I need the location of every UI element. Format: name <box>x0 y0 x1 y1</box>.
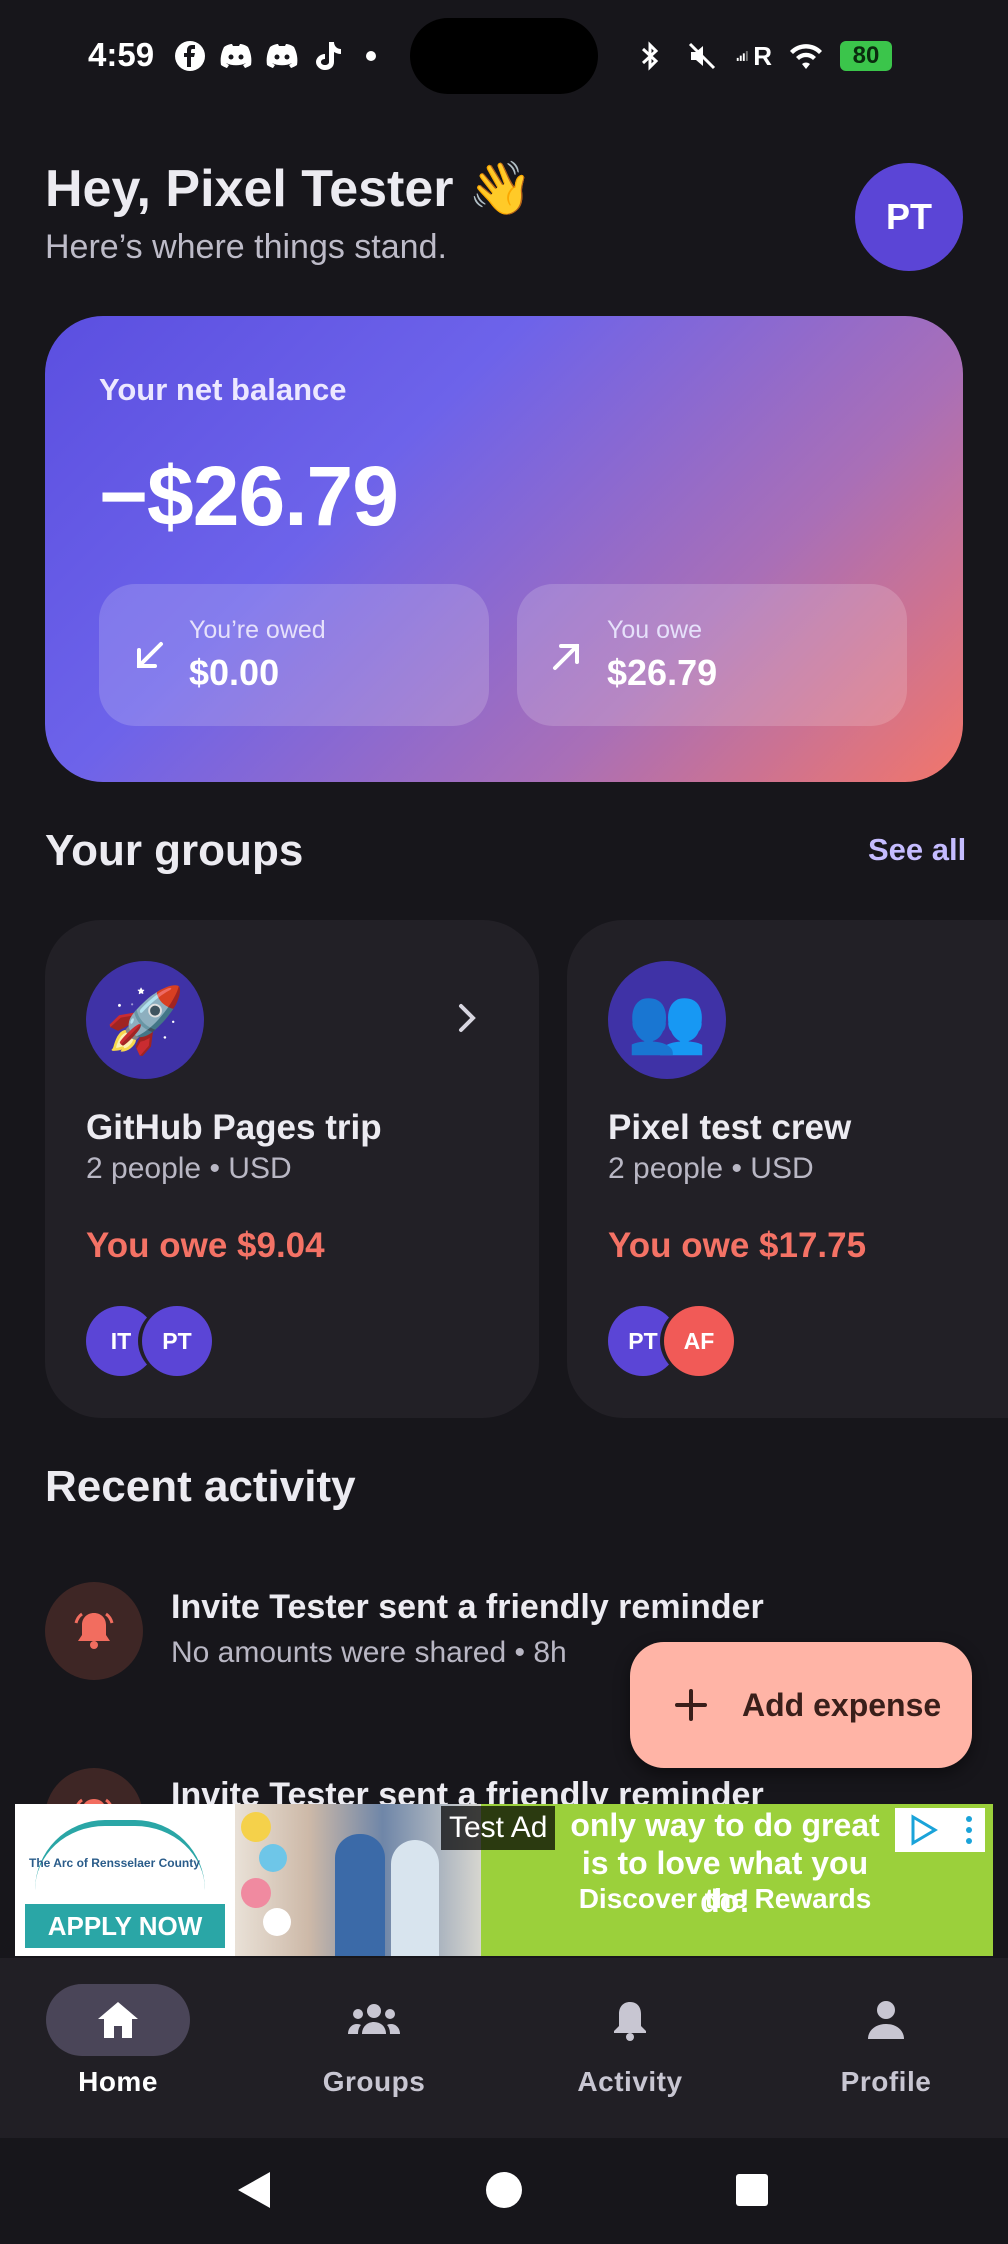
bell-ring-icon <box>45 1582 143 1680</box>
owe-label: You owe <box>607 616 702 644</box>
ad-banner[interactable]: The Arc of Rensselaer County APPLY NOW T… <box>15 1804 993 1956</box>
discord-icon <box>218 38 254 74</box>
notification-icons <box>172 38 376 74</box>
wifi-icon <box>788 38 824 74</box>
net-balance-card: Your net balance −$26.79 You’re owed $0.… <box>45 316 963 782</box>
owe-value: $26.79 <box>607 652 718 693</box>
activity-section-title: Recent activity <box>45 1462 356 1511</box>
group-meta: 2 people • USD <box>608 1152 814 1185</box>
ad-choices[interactable] <box>895 1808 985 1852</box>
nav-icon-container <box>814 1984 958 2056</box>
nav-label-activity: Activity <box>577 2066 683 2097</box>
group-card[interactable]: 👥 Pixel test crew 2 people • USD You owe… <box>567 920 1008 1418</box>
activity-title: Invite Tester sent a friendly reminder <box>171 1588 764 1626</box>
arrow-down-left-icon <box>137 642 163 668</box>
nav-tab-activity[interactable]: Activity <box>530 1984 730 2114</box>
ad-choices-icon[interactable] <box>907 1813 941 1847</box>
nav-icon-container <box>302 1984 446 2056</box>
nav-icon-container <box>558 1984 702 2056</box>
see-all-groups-link[interactable]: See all <box>868 832 966 868</box>
greeting-title: Hey, Pixel Tester 👋 <box>45 160 533 218</box>
group-balance-status: You owe $17.75 <box>608 1226 867 1265</box>
recents-icon[interactable] <box>734 2172 770 2208</box>
discord-icon <box>264 38 300 74</box>
groups-section-title: Your groups <box>45 826 304 875</box>
back-icon[interactable] <box>234 2168 274 2212</box>
member-avatar: AF <box>664 1306 734 1376</box>
group-card[interactable]: 🚀 GitHub Pages trip 2 people • USD You o… <box>45 920 539 1418</box>
chevron-right-icon <box>459 1004 476 1032</box>
member-avatar: PT <box>142 1306 212 1376</box>
group-meta: 2 people • USD <box>86 1152 292 1185</box>
rocket-icon: 🚀 <box>86 961 204 1079</box>
tiktok-icon <box>310 38 346 74</box>
greeting-subtitle: Here’s where things stand. <box>45 228 447 266</box>
bottom-navigation: Home Groups Activity Profile <box>0 1958 1008 2138</box>
nav-tab-profile[interactable]: Profile <box>786 1984 986 2114</box>
people-icon: 👥 <box>608 961 726 1079</box>
carrier-letter: R <box>753 40 772 71</box>
home-circle-icon[interactable] <box>484 2170 524 2210</box>
net-balance-amount: −$26.79 <box>99 449 399 543</box>
ad-logo-arc-icon <box>35 1820 205 1890</box>
ad-cta-text: Discover the Rewards <box>578 1883 872 1914</box>
groups-icon <box>348 2004 400 2034</box>
nav-label-groups: Groups <box>322 2066 426 2097</box>
group-balance-status: You owe $9.04 <box>86 1226 325 1265</box>
owed-label: You’re owed <box>189 616 326 644</box>
nav-active-indicator <box>46 1984 190 2056</box>
net-balance-label: Your net balance <box>99 372 347 407</box>
nav-tab-home[interactable]: Home <box>18 1984 218 2114</box>
system-navigation-bar <box>0 2138 1008 2244</box>
nav-label-profile: Profile <box>840 2066 932 2097</box>
activity-subtitle: No amounts were shared • 8h <box>171 1636 567 1669</box>
add-expense-label: Add expense <box>742 1686 942 1723</box>
add-expense-button[interactable]: Add expense <box>630 1642 972 1768</box>
ad-logo-panel: The Arc of Rensselaer County APPLY NOW <box>15 1804 235 1956</box>
battery-indicator: 80 <box>840 41 892 71</box>
ad-apply-button[interactable]: APPLY NOW <box>25 1904 225 1948</box>
activity-title: Invite Tester sent a friendly reminder <box>171 1776 764 1804</box>
person-icon <box>868 2001 904 2039</box>
owed-summary[interactable]: You’re owed $0.00 <box>99 584 489 726</box>
plus-icon <box>675 1689 707 1721</box>
owed-value: $0.00 <box>189 652 280 693</box>
ad-logo-text: The Arc of Rensselaer County <box>29 1856 200 1870</box>
more-options-icon[interactable] <box>964 1813 974 1847</box>
arrow-up-right-icon <box>553 644 579 670</box>
bell-ring-icon <box>45 1768 143 1804</box>
more-notifications-dot-icon <box>366 51 376 61</box>
profile-avatar[interactable]: PT <box>855 163 963 271</box>
group-name: GitHub Pages trip <box>86 1108 382 1147</box>
system-icons: R 80 <box>632 38 892 74</box>
activity-item[interactable]: Invite Tester sent a friendly reminder <box>45 1768 963 1804</box>
group-name: Pixel test crew <box>608 1108 852 1147</box>
status-time: 4:59 <box>88 36 155 73</box>
nav-label-home: Home <box>78 2066 158 2097</box>
status-bar: 4:59 R 80 <box>0 0 1008 115</box>
home-icon <box>98 2002 138 2038</box>
signal-icon: R <box>736 38 772 74</box>
bluetooth-icon <box>632 38 668 74</box>
camera-cutout <box>410 18 598 94</box>
owe-summary[interactable]: You owe $26.79 <box>517 584 907 726</box>
bell-icon <box>614 2002 646 2041</box>
mute-icon <box>684 38 720 74</box>
nav-tab-groups[interactable]: Groups <box>274 1984 474 2114</box>
test-ad-label: Test Ad <box>441 1806 556 1850</box>
facebook-icon <box>172 38 208 74</box>
